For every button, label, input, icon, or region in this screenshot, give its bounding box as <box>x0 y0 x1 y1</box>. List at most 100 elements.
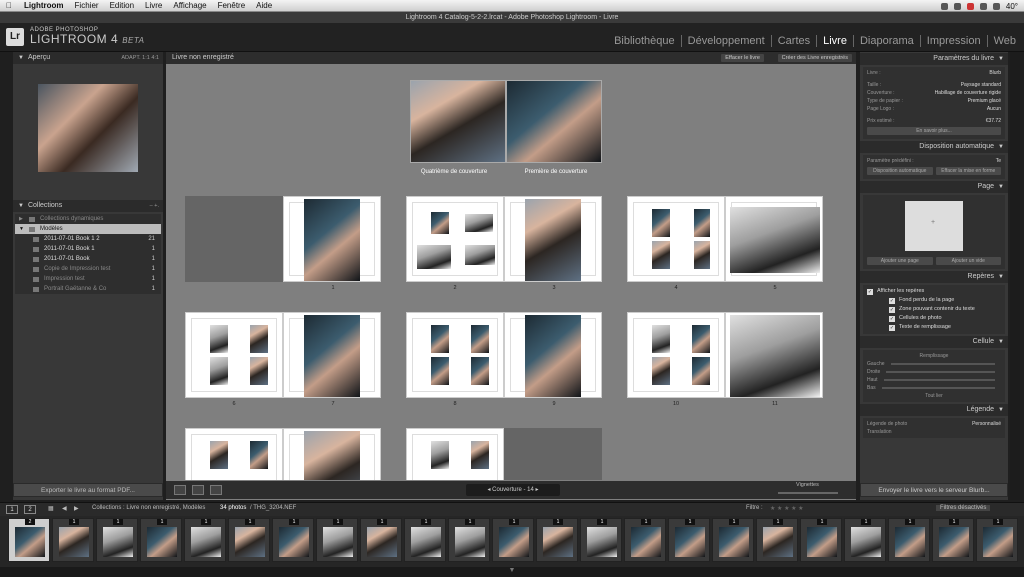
padding-slider[interactable]: Droite <box>867 368 1001 376</box>
filter-state-dropdown[interactable]: Filtres désactivés <box>936 505 991 511</box>
preset-value[interactable]: Te <box>996 157 1001 165</box>
film-thumb[interactable]: 1 <box>404 518 446 562</box>
back-arrow-icon[interactable]: ◀ <box>62 505 67 512</box>
padding-slider[interactable]: Haut <box>867 376 1001 384</box>
collection-item[interactable]: 2011-07-01 Book 1 2 21 <box>15 234 161 244</box>
book-page[interactable] <box>283 428 381 480</box>
module-bibliotheque[interactable]: Bibliothèque <box>608 35 682 47</box>
caption-header[interactable]: Légende ▼ <box>860 404 1008 416</box>
setting-row[interactable]: Taille : Paysage standard <box>867 81 1001 89</box>
send-to-blurb-button[interactable]: Envoyer le livre vers le serveur Blurb..… <box>860 483 1008 497</box>
film-thumb[interactable]: 2 <box>8 518 50 562</box>
film-thumb[interactable]: 1 <box>888 518 930 562</box>
collection-item[interactable]: 2011-07-01 Book 1 <box>15 254 161 264</box>
collections-add-remove[interactable]: – +. <box>150 200 159 212</box>
collections-header[interactable]: ▼ Collections – +. <box>13 200 163 212</box>
guide-checkbox[interactable]: ✓ Cellules de photo <box>867 314 1001 323</box>
show-guides-checkbox[interactable]: ✓ Afficher les repères <box>867 287 1001 296</box>
wifi-icon[interactable] <box>992 2 1000 10</box>
spread[interactable] <box>406 312 602 398</box>
checkmark-icon[interactable]: ✓ <box>889 324 895 331</box>
menu-livre[interactable]: Livre <box>145 1 162 10</box>
module-livre[interactable]: Livre <box>817 35 854 47</box>
collapse-triangle-icon[interactable]: ▼ <box>998 271 1004 283</box>
setting-value[interactable]: Paysage standard <box>961 81 1001 89</box>
film-thumb[interactable]: 1 <box>668 518 710 562</box>
film-thumb[interactable]: 1 <box>624 518 666 562</box>
multi-page-view-icon[interactable] <box>174 485 186 495</box>
cell-header[interactable]: Cellule ▼ <box>860 336 1008 348</box>
page-navigator[interactable]: ◂ Couverture - 14 ▸ <box>466 484 560 496</box>
export-pdf-button[interactable]: Exporter le livre au format PDF... <box>13 483 163 497</box>
film-thumb[interactable]: 1 <box>712 518 754 562</box>
collapse-triangle-icon[interactable]: ▼ <box>998 141 1004 153</box>
film-thumb[interactable]: 1 <box>272 518 314 562</box>
menu-fenetre[interactable]: Fenêtre <box>218 1 246 10</box>
auto-layout-button[interactable]: Disposition automatique <box>867 167 933 175</box>
apple-icon[interactable]:  <box>6 1 12 10</box>
collapse-triangle-icon[interactable]: ▼ <box>998 404 1004 416</box>
setting-row[interactable]: Livre : Blurb <box>867 69 1001 77</box>
padding-slider[interactable]: Gauche <box>867 360 1001 368</box>
collapse-triangle-icon[interactable]: ▼ <box>18 203 24 209</box>
secondary-window-button[interactable]: 2 <box>24 505 36 514</box>
create-saved-book-button[interactable]: Créer des Livre enregistrés <box>777 54 852 62</box>
film-thumb[interactable]: 1 <box>844 518 886 562</box>
add-page-button[interactable]: Ajouter une page <box>867 257 933 265</box>
book-page[interactable] <box>406 312 504 398</box>
page-photo[interactable] <box>304 199 360 281</box>
link-all-checkbox[interactable]: Tout lier <box>925 392 943 400</box>
spread[interactable] <box>185 312 381 398</box>
menu-aide[interactable]: Aide <box>256 1 272 10</box>
status-icon[interactable] <box>979 2 987 10</box>
film-thumb[interactable]: 1 <box>316 518 358 562</box>
film-thumb[interactable]: 1 <box>360 518 402 562</box>
book-page[interactable] <box>627 196 725 282</box>
setting-row[interactable]: Page Logo : Aucun <box>867 105 1001 113</box>
guide-checkbox[interactable]: ✓ Texte de remplissage <box>867 323 1001 332</box>
caption-checkbox[interactable]: Légende de photo <box>867 420 907 428</box>
book-page[interactable] <box>725 312 823 398</box>
vignette-slider[interactable] <box>778 492 838 494</box>
collection-item[interactable]: ▶ Collections dynamiques <box>15 214 161 224</box>
menu-edition[interactable]: Edition <box>110 1 134 10</box>
book-page[interactable] <box>185 312 283 398</box>
film-thumb[interactable]: 1 <box>140 518 182 562</box>
setting-row[interactable]: Couverture : Habillage de couverture rigi… <box>867 89 1001 97</box>
spread-view-icon[interactable] <box>192 485 204 495</box>
film-thumb[interactable]: 1 <box>96 518 138 562</box>
status-icon[interactable] <box>940 2 948 10</box>
book-page[interactable] <box>725 196 823 282</box>
module-web[interactable]: Web <box>988 35 1016 47</box>
spread[interactable] <box>627 312 823 398</box>
book-page[interactable] <box>406 428 504 480</box>
collapse-triangle-icon[interactable]: ▼ <box>18 55 24 61</box>
right-panel-scrollbar[interactable] <box>1010 52 1020 500</box>
setting-value[interactable]: Aucun <box>987 105 1001 113</box>
film-thumb[interactable]: 1 <box>228 518 270 562</box>
film-thumb[interactable]: 1 <box>976 518 1018 562</box>
setting-value[interactable]: Habillage de couverture rigide <box>935 89 1001 97</box>
primary-window-button[interactable]: 1 <box>6 505 18 514</box>
guide-checkbox[interactable]: ✓ Fond perdu de la page <box>867 296 1001 305</box>
module-impression[interactable]: Impression <box>921 35 988 47</box>
module-diaporama[interactable]: Diaporama <box>854 35 921 47</box>
page-template-preview[interactable] <box>905 201 963 251</box>
setting-value[interactable]: Blurb <box>989 69 1001 77</box>
setting-value[interactable]: Premium glacé <box>968 97 1001 105</box>
collection-item[interactable]: ▼ Modèles <box>15 224 161 234</box>
add-blank-button[interactable]: Ajouter un vide <box>935 257 1001 265</box>
checkmark-icon[interactable]: ✓ <box>867 288 873 295</box>
book-page[interactable] <box>504 312 602 398</box>
caption-dropdown[interactable]: Personnalisé <box>972 420 1001 428</box>
book-page[interactable] <box>406 196 504 282</box>
film-thumb[interactable]: 1 <box>756 518 798 562</box>
book-page[interactable] <box>283 312 381 398</box>
film-thumb[interactable]: 1 <box>580 518 622 562</box>
collapse-triangle-icon[interactable]: ▼ <box>998 53 1004 65</box>
current-file[interactable]: / THG_3204.NEF <box>250 505 296 511</box>
module-developpement[interactable]: Développement <box>682 35 772 47</box>
book-page[interactable] <box>283 196 381 282</box>
single-page-view-icon[interactable] <box>210 485 222 495</box>
filmstrip-collapse-arrow-icon[interactable]: ▼ <box>0 567 1024 577</box>
